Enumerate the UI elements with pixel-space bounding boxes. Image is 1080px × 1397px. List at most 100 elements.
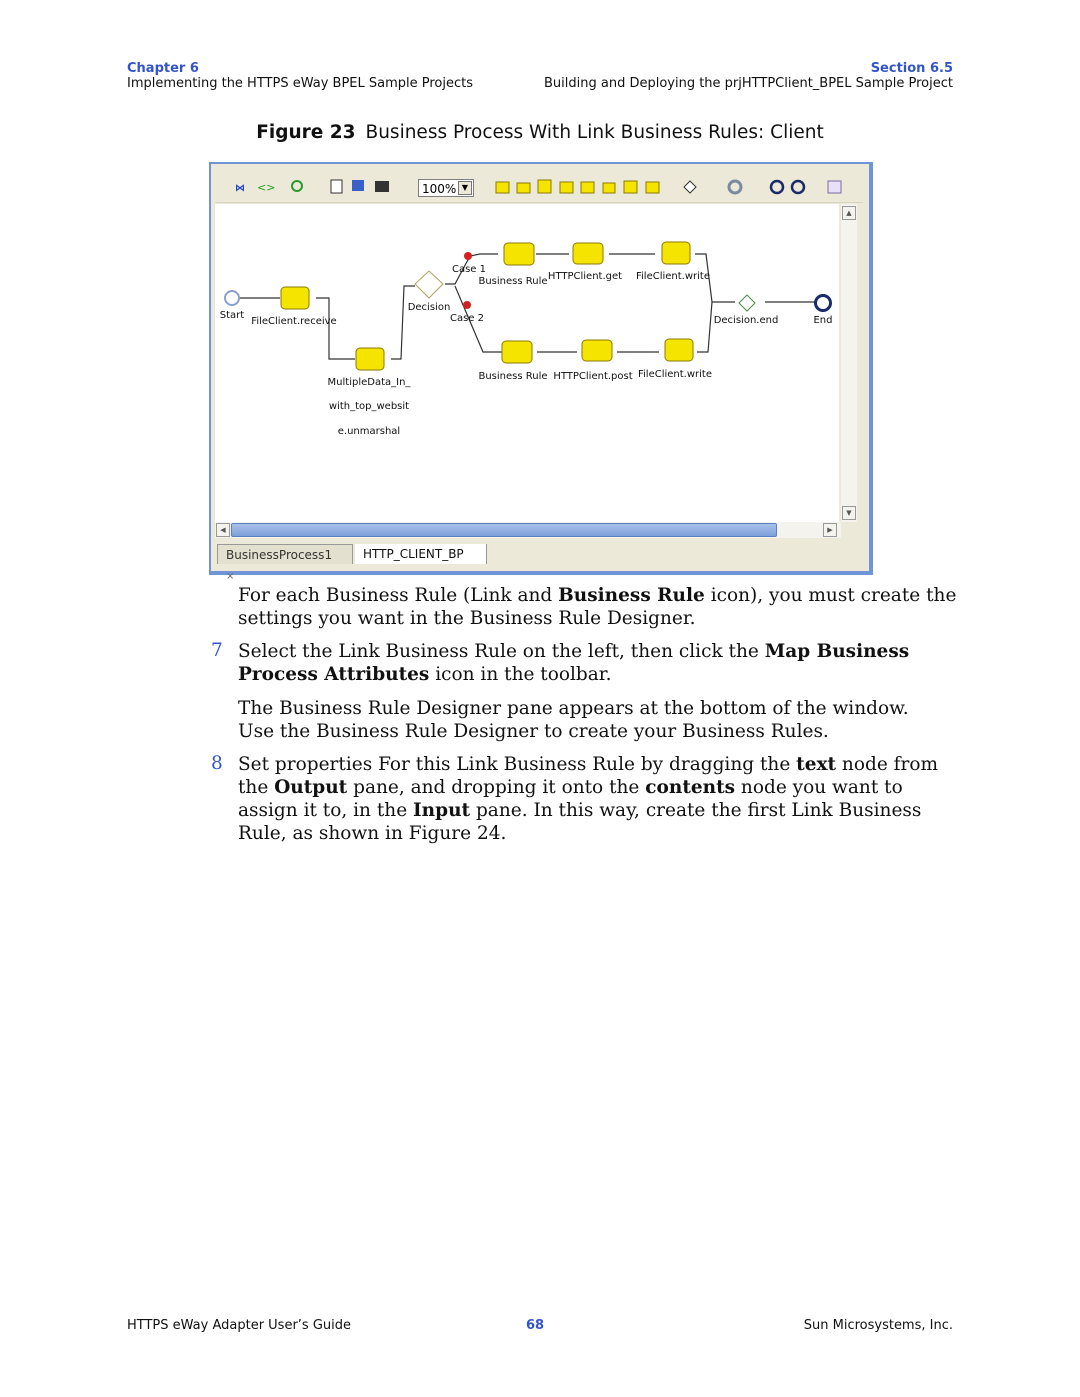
- http-post-label: HTTPClient.post: [553, 371, 632, 382]
- http-get-node[interactable]: [572, 242, 604, 265]
- start-label: Start: [220, 310, 245, 321]
- unmarshal-node[interactable]: [355, 347, 385, 371]
- decision-node[interactable]: [414, 270, 444, 299]
- file-receive-node[interactable]: [280, 286, 310, 310]
- case1-marker[interactable]: [464, 252, 472, 260]
- invoke-icon[interactable]: [537, 179, 552, 194]
- header-left: Chapter 6 Implementing the HTTPS eWay BP…: [127, 61, 473, 91]
- document-page: Chapter 6 Implementing the HTTPS eWay BP…: [0, 0, 1080, 1397]
- section-label: Section 6.5: [870, 61, 953, 76]
- paragraph: For each Business Rule (Link and Busines…: [238, 584, 958, 630]
- figure-caption: Figure 23 Business Process With Link Busi…: [0, 122, 1080, 143]
- decision-end-node[interactable]: [738, 294, 756, 312]
- toolbar: ⋈ <> 100% ▼: [215, 168, 863, 203]
- file-receive-label: FileClient.receive: [251, 316, 336, 327]
- empty-icon[interactable]: [602, 182, 616, 194]
- event-icon[interactable]: [727, 179, 743, 195]
- bold-text: text: [796, 754, 837, 775]
- process-diagram: Start FileClient.receive MultipleData_In…: [220, 241, 833, 437]
- deploy-icon[interactable]: [352, 180, 364, 191]
- toolbar-icons[interactable]: ⋈ <>: [235, 179, 842, 195]
- decision-end-label: Decision.end: [714, 315, 779, 326]
- tab-label: BusinessProcess1: [226, 548, 333, 562]
- bold-text: contents: [645, 777, 736, 798]
- scroll-up-button[interactable]: ▲: [842, 206, 856, 220]
- footer-right: Sun Microsystems, Inc.: [803, 1318, 953, 1333]
- figure-label: Figure 23: [256, 122, 356, 143]
- source-code-icon[interactable]: <>: [257, 181, 275, 194]
- footer-left: HTTPS eWay Adapter User’s Guide: [127, 1318, 352, 1333]
- screenshot-window: ⋈ <> 100% ▼ Start FileClient.receive Mul…: [209, 162, 873, 582]
- assign-icon[interactable]: [559, 181, 574, 194]
- step-number: 8: [211, 753, 223, 774]
- bold-text: Input: [413, 800, 471, 821]
- step-8-text: Set properties For this Link Business Ru…: [238, 753, 958, 845]
- file-write-top-label: FileClient.write: [636, 271, 710, 282]
- text: Select the Link Business Rule on the lef…: [238, 641, 765, 662]
- end-node[interactable]: [814, 294, 832, 312]
- page-number: 68: [526, 1318, 545, 1333]
- validate-icon[interactable]: [330, 179, 343, 194]
- section-title: Building and Deploying the prjHTTPClient…: [544, 76, 953, 91]
- chapter-label: Chapter 6: [127, 61, 199, 76]
- http-post-node[interactable]: [581, 339, 613, 362]
- while-icon[interactable]: [623, 180, 638, 194]
- throw-icon[interactable]: [645, 181, 660, 194]
- chevron-down-icon[interactable]: ▼: [458, 181, 472, 195]
- scroll-right-button[interactable]: ▶: [823, 523, 837, 537]
- decision-label: Decision: [408, 302, 451, 313]
- tab-http-client-bp[interactable]: HTTP_CLIENT_BP: [355, 544, 487, 564]
- start-node[interactable]: [224, 290, 240, 306]
- header-right: Section 6.5 Building and Deploying the p…: [544, 61, 953, 91]
- text: pane, and dropping it onto the: [347, 777, 646, 798]
- file-write-top-node[interactable]: [661, 241, 691, 265]
- step-number: 7: [211, 640, 223, 661]
- bold-text: Output: [274, 777, 348, 798]
- zoom-value: 100%: [422, 182, 457, 196]
- close-icon[interactable]: ×: [226, 571, 234, 582]
- tab-businessprocess1[interactable]: BusinessProcess1 ×: [217, 544, 353, 582]
- step-7-text: Select the Link Business Rule on the lef…: [238, 640, 918, 686]
- scrollbar-thumb[interactable]: [231, 523, 777, 537]
- paragraph: The Business Rule Designer pane appears …: [238, 698, 909, 742]
- business-rule-top-node[interactable]: [503, 242, 535, 266]
- wait-icon[interactable]: [580, 181, 595, 194]
- chapter-title: Implementing the HTTPS eWay BPEL Sample …: [127, 76, 473, 91]
- unmarshal-label-2: with_top_websit: [329, 401, 409, 412]
- unmarshal-label-3: e.unmarshal: [338, 426, 400, 437]
- decision-icon[interactable]: [683, 180, 697, 194]
- zoom-select[interactable]: 100% ▼: [418, 179, 474, 197]
- vertical-scrollbar[interactable]: ▲ ▼: [841, 204, 857, 522]
- case2-label: Case 2: [450, 313, 484, 324]
- process-canvas[interactable]: Start FileClient.receive MultipleData_In…: [215, 204, 839, 522]
- scroll-down-button[interactable]: ▼: [842, 506, 856, 520]
- text: For each Business Rule (Link and: [238, 585, 559, 606]
- case2-marker[interactable]: [463, 301, 471, 309]
- http-get-label: HTTPClient.get: [548, 271, 622, 282]
- editor-tabs: BusinessProcess1 × HTTP_CLIENT_BP: [215, 542, 861, 582]
- business-rule-top-label: Business Rule: [478, 276, 547, 287]
- map-attributes-icon[interactable]: ⋈: [235, 183, 245, 194]
- file-write-bottom-node[interactable]: [664, 338, 694, 362]
- bold-text: Business Rule: [558, 585, 705, 606]
- horizontal-scrollbar[interactable]: ◀ ▶: [215, 522, 841, 538]
- file-write-bottom-label: FileClient.write: [638, 369, 712, 380]
- figure-caption-text: Business Process With Link Business Rule…: [365, 122, 824, 143]
- case1-label: Case 1: [452, 264, 486, 275]
- text: icon in the toolbar.: [429, 664, 612, 685]
- receive-icon[interactable]: [495, 181, 510, 194]
- end-label: End: [813, 315, 832, 326]
- tab-label: HTTP_CLIENT_BP: [363, 547, 464, 561]
- activity-nodes[interactable]: [280, 241, 694, 371]
- print-icon[interactable]: [375, 181, 389, 192]
- reply-icon[interactable]: [516, 182, 531, 194]
- timer-icon[interactable]: [769, 179, 785, 195]
- business-rule-bottom-node[interactable]: [501, 340, 533, 364]
- business-rule-bottom-label: Business Rule: [478, 371, 547, 382]
- unmarshal-label-1: MultipleData_In_: [328, 377, 412, 388]
- sync-icon[interactable]: [291, 180, 303, 192]
- terminate-icon[interactable]: [790, 179, 806, 195]
- text: Set properties For this Link Business Ru…: [238, 754, 797, 775]
- compensate-icon[interactable]: [827, 180, 842, 194]
- scroll-left-button[interactable]: ◀: [216, 523, 230, 537]
